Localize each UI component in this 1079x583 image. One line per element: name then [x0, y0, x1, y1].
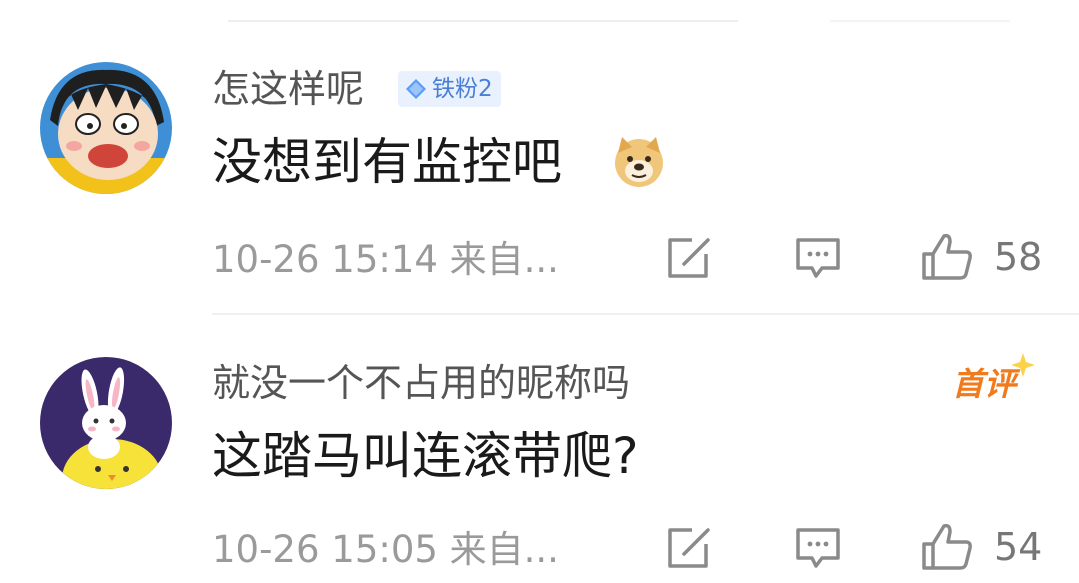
- avatar[interactable]: [40, 62, 172, 194]
- like-button[interactable]: 54: [920, 522, 1042, 572]
- comment-icon: [796, 238, 840, 278]
- top-divider-2: [830, 20, 1010, 22]
- doge-emoji-icon: [612, 135, 666, 193]
- comment-divider: [212, 313, 1079, 315]
- comment-meta: 10-26 15:14 来自...: [212, 238, 559, 281]
- like-button[interactable]: 58: [920, 232, 1042, 282]
- share-button[interactable]: [664, 526, 714, 572]
- first-comment-badge: 首评: [952, 365, 1017, 403]
- like-count: 58: [994, 235, 1043, 279]
- sparkle-icon: [1011, 353, 1035, 377]
- username[interactable]: 怎这样呢: [212, 70, 364, 108]
- comment-text: 没想到有监控吧: [212, 133, 562, 191]
- comment-button[interactable]: [794, 526, 842, 570]
- diamond-icon: [406, 79, 426, 99]
- comment-icon: [796, 528, 840, 568]
- share-button[interactable]: [664, 236, 714, 282]
- avatar[interactable]: [40, 357, 172, 489]
- like-icon: [922, 523, 972, 570]
- fan-badge[interactable]: 铁粉2: [398, 71, 501, 107]
- share-icon: [668, 528, 710, 568]
- comment-button[interactable]: [794, 236, 842, 280]
- fan-badge-label: 铁粉2: [432, 75, 493, 102]
- top-divider: [228, 20, 738, 22]
- comment-text: 这踏马叫连滚带爬?: [212, 427, 639, 485]
- username[interactable]: 就没一个不占用的昵称吗: [212, 364, 630, 402]
- share-icon: [668, 238, 710, 278]
- comment-meta: 10-26 15:05 来自...: [212, 528, 559, 571]
- like-count: 54: [994, 525, 1043, 569]
- like-icon: [922, 233, 972, 280]
